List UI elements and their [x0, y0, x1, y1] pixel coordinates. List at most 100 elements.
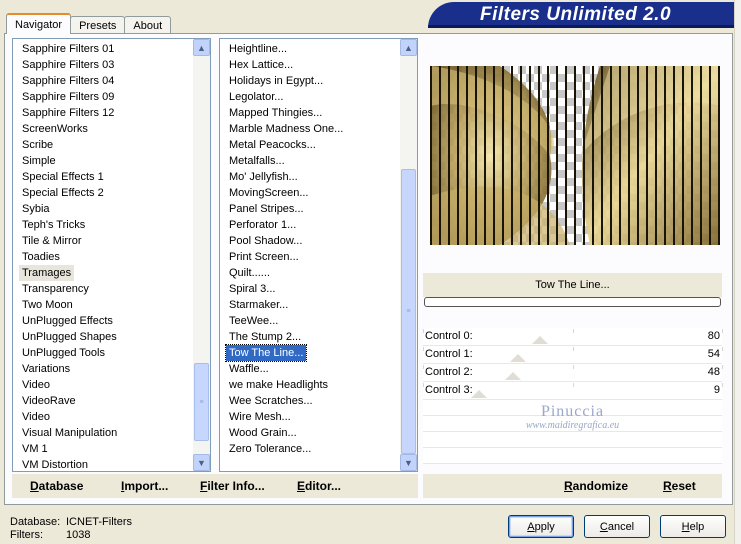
slider-tick: [572, 347, 574, 351]
category-item[interactable]: Variations: [19, 361, 190, 377]
category-item[interactable]: Toadies: [19, 249, 190, 265]
randomize-button[interactable]: Randomize: [564, 479, 628, 493]
category-item[interactable]: Sybia: [19, 201, 190, 217]
slider-thumb[interactable]: [532, 336, 549, 344]
scroll-thumb[interactable]: ≡: [401, 169, 416, 454]
control-slider[interactable]: Control 1: 54: [423, 346, 723, 364]
scroll-down-button[interactable]: ▼: [193, 454, 210, 471]
tab-strip: Navigator Presets About: [6, 13, 172, 34]
filter-item[interactable]: Tow The Line...: [224, 344, 308, 362]
slider-track[interactable]: [471, 339, 692, 340]
category-item[interactable]: VM Distortion: [19, 457, 190, 471]
control-slider[interactable]: Control 3: 9: [423, 382, 723, 400]
category-item[interactable]: VM 1: [19, 441, 190, 457]
button-label: ilter Info...: [207, 479, 265, 493]
database-button[interactable]: Database: [30, 479, 83, 493]
slider-thumb[interactable]: [470, 390, 487, 398]
filter-item[interactable]: Marble Madness One...: [226, 121, 397, 137]
category-item[interactable]: UnPlugged Tools: [19, 345, 190, 361]
filter-list[interactable]: Heightline... Hex Lattice... Holidays in E…: [219, 38, 418, 472]
scroll-up-button[interactable]: ▲: [400, 39, 417, 56]
filter-item[interactable]: Print Screen...: [226, 249, 397, 265]
reset-button[interactable]: Reset: [663, 479, 696, 493]
filter-item[interactable]: Mo' Jellyfish...: [226, 169, 397, 185]
category-item[interactable]: Simple: [19, 153, 190, 169]
filter-item[interactable]: Heightline...: [226, 41, 397, 57]
category-item[interactable]: Visual Manipulation: [19, 425, 190, 441]
filter-info-button[interactable]: Filter Info...: [200, 479, 265, 493]
empty-control-row: [423, 448, 722, 464]
import-button[interactable]: Import...: [121, 479, 168, 493]
scroll-thumb[interactable]: ≡: [194, 363, 209, 441]
empty-control-row: [423, 416, 722, 432]
filter-item[interactable]: Waffle...: [226, 361, 397, 377]
slider-track[interactable]: [471, 393, 692, 394]
filter-item[interactable]: Hex Lattice...: [226, 57, 397, 73]
category-list[interactable]: Sapphire Filters 01 Sapphire Filters 03 Sa…: [12, 38, 211, 472]
category-item[interactable]: ScreenWorks: [19, 121, 190, 137]
category-item[interactable]: UnPlugged Shapes: [19, 329, 190, 345]
tab-about[interactable]: About: [124, 16, 172, 34]
category-item[interactable]: Sapphire Filters 03: [19, 57, 190, 73]
filter-item[interactable]: Metalfalls...: [226, 153, 397, 169]
filter-item[interactable]: Perforator 1...: [226, 217, 397, 233]
button-label: ancel: [607, 520, 635, 533]
category-item[interactable]: Teph's Tricks: [19, 217, 190, 233]
filter-item[interactable]: Metal Peacocks...: [226, 137, 397, 153]
tab-navigator[interactable]: Navigator: [6, 13, 72, 34]
preview-graphic: [430, 66, 720, 245]
category-item[interactable]: Video: [19, 377, 190, 393]
slider-thumb[interactable]: [504, 372, 521, 380]
list-toolbar: Database Import... Filter Info... Editor…: [12, 474, 418, 498]
cancel-button[interactable]: Cancel: [584, 515, 650, 538]
mnemonic: H: [681, 520, 690, 533]
filter-item[interactable]: Legolator...: [226, 89, 397, 105]
category-item[interactable]: Sapphire Filters 09: [19, 89, 190, 105]
slider-thumb[interactable]: [509, 354, 526, 362]
category-item[interactable]: Special Effects 1: [19, 169, 190, 185]
tab-label: Presets: [79, 19, 117, 32]
category-item[interactable]: Sapphire Filters 12: [19, 105, 190, 121]
filter-scrollbar[interactable]: ▲ ≡ ▼: [400, 39, 417, 471]
editor-button[interactable]: Editor...: [297, 479, 341, 493]
scroll-down-button[interactable]: ▼: [400, 454, 417, 471]
category-item[interactable]: Two Moon: [19, 297, 190, 313]
filter-item[interactable]: Wee Scratches...: [226, 393, 397, 409]
slider-tick: [722, 347, 723, 351]
button-label: elp: [689, 520, 705, 533]
filter-item[interactable]: Starmaker...: [226, 297, 397, 313]
scroll-up-button[interactable]: ▲: [193, 39, 210, 56]
control-value: 9: [713, 384, 720, 396]
category-item[interactable]: Sapphire Filters 01: [19, 41, 190, 57]
filter-item[interactable]: The Stump 2...: [226, 329, 397, 345]
category-item[interactable]: Transparency: [19, 281, 190, 297]
category-item[interactable]: Tile & Mirror: [19, 233, 190, 249]
category-item[interactable]: Scribe: [19, 137, 190, 153]
filter-item[interactable]: MovingScreen...: [226, 185, 397, 201]
control-slider[interactable]: Control 2: 48: [423, 364, 723, 382]
category-item[interactable]: Video: [19, 409, 190, 425]
category-item[interactable]: VideoRave: [19, 393, 190, 409]
apply-button[interactable]: Apply: [508, 515, 574, 538]
filter-item[interactable]: Mapped Thingies...: [226, 105, 397, 121]
filter-item[interactable]: Wood Grain...: [226, 425, 397, 441]
filter-item[interactable]: Holidays in Egypt...: [226, 73, 397, 89]
category-item[interactable]: Sapphire Filters 04: [19, 73, 190, 89]
category-item[interactable]: UnPlugged Effects: [19, 313, 190, 329]
category-scrollbar[interactable]: ▲ ≡ ▼: [193, 39, 210, 471]
filter-item[interactable]: Panel Stripes...: [226, 201, 397, 217]
filter-item[interactable]: Zero Tolerance...: [226, 441, 397, 457]
slider-track[interactable]: [471, 357, 692, 358]
control-slider[interactable]: Control 0: 80: [423, 328, 723, 346]
filter-item[interactable]: Quilt......: [226, 265, 397, 281]
category-item[interactable]: Tramages: [19, 265, 75, 281]
filter-item[interactable]: Spiral 3...: [226, 281, 397, 297]
filter-item[interactable]: we make Headlights: [226, 377, 397, 393]
filter-item[interactable]: TeeWee...: [226, 313, 397, 329]
tab-presets[interactable]: Presets: [70, 16, 126, 34]
slider-tick: [423, 329, 424, 333]
help-button[interactable]: Help: [660, 515, 726, 538]
filter-item[interactable]: Wire Mesh...: [226, 409, 397, 425]
category-item[interactable]: Special Effects 2: [19, 185, 190, 201]
filter-item[interactable]: Pool Shadow...: [226, 233, 397, 249]
